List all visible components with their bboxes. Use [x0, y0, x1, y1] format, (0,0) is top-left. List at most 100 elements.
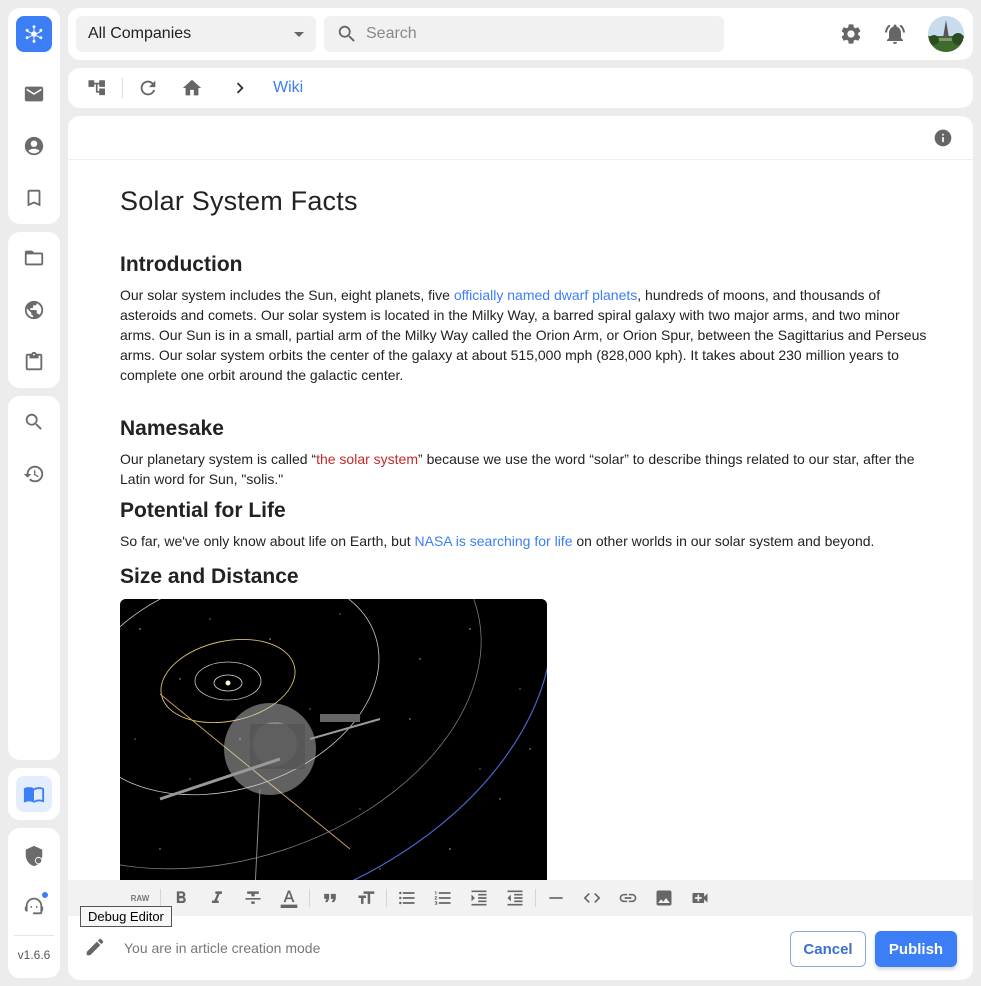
section-paragraph: Our planetary system is called “the sola… — [120, 449, 930, 489]
rail-bottom-card: v1.6.6 — [8, 828, 60, 978]
text-size-button[interactable] — [352, 884, 380, 912]
section-heading: Introduction — [120, 253, 243, 276]
company-selector-value: All Companies — [88, 25, 192, 42]
section-heading: Namesake — [120, 417, 224, 440]
cancel-button[interactable]: Cancel — [790, 931, 866, 967]
bold-icon — [176, 891, 186, 903]
rail-search-button[interactable] — [16, 404, 52, 440]
indent-button[interactable] — [465, 884, 493, 912]
video-icon — [692, 893, 708, 903]
section-paragraph: Our solar system includes the Sun, eight… — [120, 285, 930, 385]
settings-button[interactable] — [838, 21, 864, 47]
rail-clipboard-button[interactable] — [16, 344, 52, 380]
strikethrough-icon — [245, 891, 261, 904]
rail-wiki-card — [8, 768, 60, 820]
logo-icon — [25, 25, 43, 43]
home-button[interactable] — [179, 75, 205, 101]
section-heading: Size and Distance — [120, 565, 299, 588]
tree-structure-icon — [88, 80, 105, 96]
article-title: Solar System Facts — [120, 186, 358, 216]
italic-icon — [212, 891, 222, 903]
image-button[interactable] — [650, 884, 678, 912]
settings-gear-icon — [841, 24, 861, 44]
editor-footer: You are in article creation mode Cancel … — [68, 916, 973, 980]
rail-account-button[interactable] — [16, 128, 52, 164]
italic-button[interactable] — [203, 884, 231, 912]
info-icon — [934, 129, 952, 147]
dwarf-planets-link[interactable]: officially named dwarf planets — [454, 287, 637, 303]
formatting-toolbar: RAW — [68, 880, 973, 916]
history-icon — [23, 465, 44, 483]
link-button[interactable] — [614, 884, 642, 912]
edit-mode-indicator — [84, 936, 108, 960]
nasa-search-link[interactable]: NASA is searching for life — [415, 533, 573, 549]
text-color-icon — [280, 890, 298, 908]
breadcrumb-divider — [122, 78, 123, 98]
search-icon — [25, 413, 42, 430]
section-paragraph: So far, we've only know about life on Ea… — [120, 531, 930, 551]
company-selector[interactable]: All Companies — [76, 16, 316, 52]
pencil-icon — [86, 938, 104, 956]
section-heading: Potential for Life — [120, 499, 286, 522]
bullet-list-button[interactable] — [393, 884, 421, 912]
strikethrough-button[interactable] — [239, 884, 267, 912]
mail-icon — [24, 86, 44, 102]
app-version: v1.6.6 — [17, 948, 51, 962]
tree-view-button[interactable] — [84, 75, 110, 101]
bullet-list-icon — [399, 891, 415, 905]
search-box — [324, 16, 724, 52]
chevron-down-icon — [294, 31, 304, 37]
code-icon — [583, 893, 601, 903]
paragraph-text: Our solar system includes the Sun, eight… — [120, 287, 454, 303]
link-icon — [619, 893, 637, 903]
breadcrumb: Wiki — [68, 68, 973, 108]
rail-support-button[interactable] — [16, 888, 52, 924]
refresh-button[interactable] — [135, 75, 161, 101]
quote-icon — [324, 893, 336, 903]
paragraph-text: Our planetary system is called “ — [120, 451, 317, 467]
rail-folder-button[interactable] — [16, 240, 52, 276]
rail-wiki-button[interactable] — [16, 776, 52, 812]
rail-security-button[interactable] — [16, 838, 52, 874]
rail-history-button[interactable] — [16, 456, 52, 492]
code-button[interactable] — [578, 884, 606, 912]
solar-system-illustration — [120, 599, 547, 880]
info-button[interactable] — [933, 128, 953, 148]
text-size-icon — [358, 891, 375, 904]
toolbar-divider — [386, 889, 387, 907]
image-icon — [656, 890, 672, 906]
chevron-right-icon — [227, 75, 253, 101]
search-icon — [338, 25, 355, 42]
search-input[interactable] — [366, 25, 706, 43]
rail-globe-button[interactable] — [16, 292, 52, 328]
toolbar-divider — [535, 889, 536, 907]
rail-bookmark-button[interactable] — [16, 180, 52, 216]
mode-status-text: You are in article creation mode — [124, 940, 321, 956]
paragraph-text: on other worlds in our solar system and … — [572, 533, 875, 549]
notification-bell-icon — [885, 24, 905, 44]
toolbar-divider — [309, 889, 310, 907]
breadcrumb-wiki-link[interactable]: Wiki — [273, 79, 303, 97]
notifications-button[interactable] — [882, 21, 908, 47]
refresh-icon — [140, 80, 156, 96]
video-button[interactable] — [686, 884, 714, 912]
quote-button[interactable] — [316, 884, 344, 912]
rail-mail-button[interactable] — [16, 76, 52, 112]
app-logo-button[interactable] — [16, 16, 52, 52]
account-icon — [24, 136, 44, 156]
debug-editor-tooltip: Debug Editor — [80, 906, 172, 927]
user-avatar[interactable] — [928, 16, 964, 52]
solar-system-image — [120, 599, 547, 880]
bookmark-icon — [27, 189, 41, 207]
numbered-list-button[interactable] — [429, 884, 457, 912]
rail-logo-card — [8, 8, 60, 224]
article-content[interactable]: Solar System Facts Introduction Our sola… — [120, 160, 930, 880]
article-editor: Solar System Facts Introduction Our sola… — [68, 116, 973, 980]
folder-icon — [24, 250, 44, 266]
publish-button[interactable]: Publish — [875, 931, 957, 967]
home-icon — [182, 79, 202, 96]
text-color-button[interactable] — [275, 884, 303, 912]
horizontal-rule-button[interactable] — [542, 884, 570, 912]
solar-system-link[interactable]: the solar system — [316, 451, 418, 467]
outdent-button[interactable] — [501, 884, 529, 912]
